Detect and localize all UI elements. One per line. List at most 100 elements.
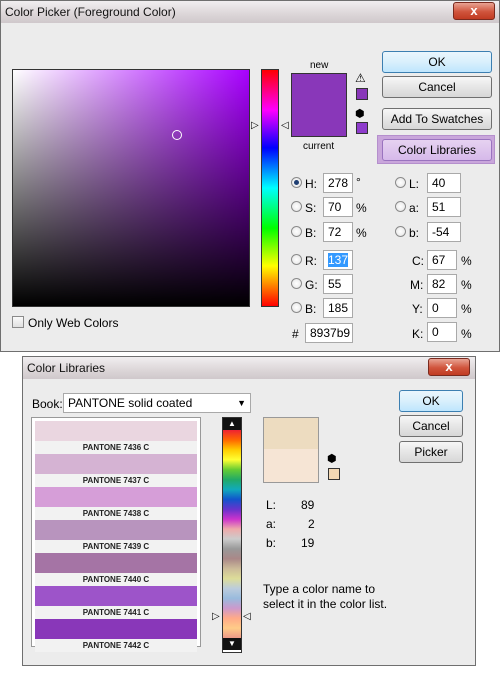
swatch-name[interactable]: PANTONE 7437 C (35, 474, 197, 487)
k-label: K: (412, 327, 424, 341)
spectrum-right-arrow[interactable]: ◁ (243, 612, 251, 622)
r-radio[interactable] (291, 254, 302, 265)
l-input[interactable]: 40 (427, 173, 461, 193)
swatch-name[interactable]: PANTONE 7436 C (35, 441, 197, 454)
g-radio[interactable] (291, 278, 302, 289)
a-input[interactable]: 51 (427, 197, 461, 217)
warning-icon[interactable]: ⚠ (355, 72, 366, 84)
swatch-name[interactable]: PANTONE 7441 C (35, 606, 197, 619)
swatch-name[interactable]: PANTONE 7442 C (35, 639, 197, 652)
blue-radio[interactable] (291, 302, 302, 313)
b-label: B: (305, 226, 317, 240)
library-web-safe-swatch[interactable] (328, 468, 340, 480)
spectrum-colors (223, 430, 241, 638)
k-input[interactable]: 0 (427, 322, 457, 342)
color-field-cursor[interactable] (172, 130, 182, 140)
out-of-gamut-swatch[interactable] (356, 88, 368, 100)
c-unit: % (461, 254, 472, 268)
h-label: H: (305, 177, 317, 191)
web-safe-swatch[interactable] (356, 122, 368, 134)
r-input[interactable]: 137 (323, 250, 353, 270)
g-input[interactable]: 55 (323, 274, 353, 294)
swatch-color[interactable] (35, 421, 197, 441)
blue-input[interactable]: 185 (323, 298, 353, 318)
swatch-color[interactable] (35, 454, 197, 474)
swatch-color[interactable] (35, 586, 197, 606)
book-select-value: PANTONE solid coated (68, 396, 193, 410)
new-label: new (310, 60, 329, 71)
lib-a-label: a: (266, 517, 277, 531)
r-label: R: (305, 254, 317, 268)
m-input[interactable]: 82 (427, 274, 457, 294)
current-color-swatch[interactable] (291, 107, 347, 137)
swatch-color[interactable] (35, 520, 197, 540)
color-picker-window: Color Picker (Foreground Color) x ▷ ◁ ne… (0, 0, 500, 352)
hex-input[interactable]: 8937b9 (305, 323, 353, 343)
c-input[interactable]: 67 (427, 250, 457, 270)
swatch-name[interactable]: PANTONE 7439 C (35, 540, 197, 553)
blue-label: B: (305, 302, 317, 316)
spectrum-down-arrow[interactable]: ▼ (223, 638, 241, 650)
libraries-cancel-button[interactable]: Cancel (399, 415, 463, 437)
lab-b-label: b: (409, 226, 420, 240)
library-hint: Type a color name to select it in the co… (263, 582, 388, 611)
b-input[interactable]: 72 (323, 222, 353, 242)
k-unit: % (461, 327, 472, 341)
s-label: S: (305, 201, 317, 215)
add-to-swatches-button[interactable]: Add To Swatches (382, 108, 492, 130)
swatch-color[interactable] (35, 487, 197, 507)
libraries-ok-button[interactable]: OK (399, 390, 463, 412)
spectrum-left-arrow[interactable]: ▷ (212, 612, 220, 622)
picker-button[interactable]: Picker (399, 441, 463, 463)
hue-slider-left-arrow[interactable]: ▷ (251, 121, 259, 131)
color-libraries-button[interactable]: Color Libraries (382, 139, 492, 161)
lab-b-radio[interactable] (395, 226, 406, 237)
y-input[interactable]: 0 (427, 298, 457, 318)
y-unit: % (461, 302, 472, 316)
picker-cancel-button[interactable]: Cancel (382, 76, 492, 98)
g-label: G: (305, 278, 318, 292)
swatch-color[interactable] (35, 553, 197, 573)
hue-slider-right-arrow[interactable]: ◁ (281, 121, 289, 131)
swatch-name[interactable]: PANTONE 7440 C (35, 573, 197, 586)
hue-slider[interactable] (261, 69, 279, 307)
a-radio[interactable] (395, 201, 406, 212)
library-current-color-swatch (263, 449, 319, 483)
lib-b-value: 19 (301, 536, 315, 550)
library-cube-icon[interactable]: ⬢ (327, 454, 337, 465)
c-label: C: (412, 254, 424, 268)
b-unit: % (356, 226, 367, 240)
only-web-colors-label: Only Web Colors (28, 316, 119, 330)
picker-title: Color Picker (Foreground Color) (5, 5, 176, 19)
swatch-name[interactable]: PANTONE 7438 C (35, 507, 197, 520)
spectrum-up-arrow[interactable]: ▲ (223, 418, 241, 430)
swatch-color[interactable] (35, 619, 197, 639)
lib-b-label: b: (266, 536, 277, 550)
l-radio[interactable] (395, 177, 406, 188)
s-unit: % (356, 201, 367, 215)
r-input-value: 137 (328, 253, 349, 267)
lab-b-input[interactable]: -54 (427, 222, 461, 242)
only-web-colors-checkbox[interactable] (12, 316, 24, 328)
color-libraries-window: Color Libraries x Book: PANTONE solid co… (22, 356, 476, 666)
saturation-brightness-field[interactable] (12, 69, 250, 307)
lib-a-value: 2 (308, 517, 315, 531)
book-label: Book: (32, 397, 63, 411)
library-spectrum-bar[interactable]: ▲ ▼ (222, 417, 242, 653)
h-radio[interactable] (291, 177, 302, 188)
hex-label: # (292, 327, 299, 341)
h-input[interactable]: 278 (323, 173, 353, 193)
picker-close-button[interactable]: x (453, 2, 495, 20)
picker-ok-button[interactable]: OK (382, 51, 492, 73)
libraries-close-button[interactable]: x (428, 358, 470, 376)
cube-icon[interactable]: ⬢ (355, 109, 365, 120)
book-select[interactable]: PANTONE solid coated ▼ (63, 393, 251, 413)
s-radio[interactable] (291, 201, 302, 212)
picker-titlebar[interactable]: Color Picker (Foreground Color) x (1, 1, 499, 23)
s-input[interactable]: 70 (323, 197, 353, 217)
lib-l-value: 89 (301, 498, 315, 512)
y-label: Y: (412, 302, 423, 316)
b-radio[interactable] (291, 226, 302, 237)
libraries-titlebar[interactable]: Color Libraries x (23, 357, 475, 379)
library-new-color-swatch (263, 417, 319, 449)
